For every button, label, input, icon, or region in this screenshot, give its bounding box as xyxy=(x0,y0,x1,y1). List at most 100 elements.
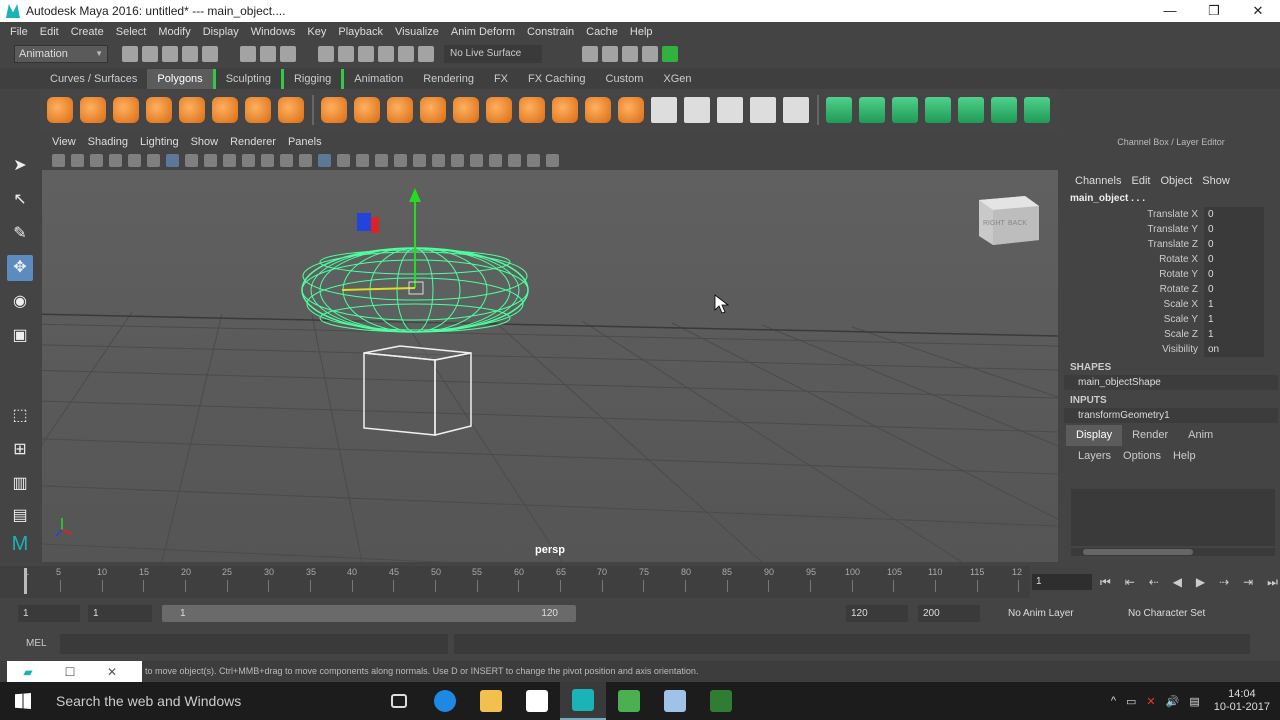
select-component-icon[interactable] xyxy=(280,45,296,62)
step-forward-key-icon[interactable]: ⇢ xyxy=(1219,575,1229,589)
scale-tool-button[interactable]: ▣ xyxy=(7,323,33,349)
anim-layer-dropdown[interactable]: No Anim Layer xyxy=(1008,605,1074,622)
snap-grid-icon[interactable] xyxy=(318,45,334,62)
app-button[interactable] xyxy=(652,682,698,720)
poly-cone-icon[interactable] xyxy=(146,97,172,123)
step-forward-frame-icon[interactable]: ⇥ xyxy=(1243,575,1253,589)
target-weld-icon[interactable] xyxy=(585,97,611,123)
cb-menu-channels[interactable]: Channels xyxy=(1070,175,1126,187)
tab-fx[interactable]: FX xyxy=(484,69,518,89)
render-settings-icon[interactable] xyxy=(642,45,658,62)
menu-key[interactable]: Key xyxy=(301,26,332,38)
volume-icon[interactable]: 🔊 xyxy=(1166,695,1180,708)
playback-end-field[interactable]: 120 xyxy=(846,605,908,622)
quad-draw-icon[interactable] xyxy=(750,97,776,123)
menu-cache[interactable]: Cache xyxy=(580,26,624,38)
use-lights-icon[interactable] xyxy=(375,154,388,167)
character-set-dropdown[interactable]: No Character Set xyxy=(1128,605,1205,622)
view-cube[interactable]: RIGHT BACK xyxy=(979,196,1039,245)
tab-display-layers[interactable]: Display xyxy=(1066,425,1123,446)
input-node[interactable]: transformGeometry1 xyxy=(1064,408,1278,423)
channel-row[interactable]: Translate Z 0 xyxy=(1064,237,1278,252)
lasso-tool-button[interactable]: ↖ xyxy=(7,187,33,213)
menu-file[interactable]: File xyxy=(4,26,34,38)
uv-editor-icon[interactable] xyxy=(1024,97,1050,123)
field-chart-icon[interactable] xyxy=(242,154,255,167)
shadows-icon[interactable] xyxy=(394,154,407,167)
grid-toggle-icon[interactable] xyxy=(166,154,179,167)
2d-pan-zoom-icon[interactable] xyxy=(128,154,141,167)
redo-icon[interactable] xyxy=(202,45,218,62)
live-surface-field[interactable]: No Live Surface xyxy=(444,44,542,63)
depth-of-field-icon[interactable] xyxy=(470,154,483,167)
safe-title-icon[interactable] xyxy=(280,154,293,167)
rotate-tool-button[interactable]: ◉ xyxy=(7,289,33,315)
tab-polygons[interactable]: Polygons xyxy=(147,68,213,89)
menu-edit[interactable]: Edit xyxy=(34,26,65,38)
single-view-button[interactable]: ⬚ xyxy=(7,403,33,429)
cb-menu-edit[interactable]: Edit xyxy=(1126,175,1155,187)
multi-cut-icon[interactable] xyxy=(552,97,578,123)
maya-taskbar-button[interactable] xyxy=(560,682,606,720)
append-polygon-icon[interactable] xyxy=(651,97,677,123)
snap-curve-icon[interactable] xyxy=(338,45,354,62)
unfold-uv-icon[interactable] xyxy=(958,97,984,123)
taskbar-search[interactable]: Search the web and Windows xyxy=(46,682,376,720)
channel-value[interactable]: 0 xyxy=(1204,267,1264,282)
channel-row[interactable]: Rotate Z 0 xyxy=(1064,282,1278,297)
poly-cylinder-icon[interactable] xyxy=(113,97,139,123)
xray-joints-icon[interactable] xyxy=(527,154,540,167)
panel-menu-view[interactable]: View xyxy=(46,136,82,148)
menu-playback[interactable]: Playback xyxy=(332,26,389,38)
channel-value[interactable]: 0 xyxy=(1204,237,1264,252)
gate-mask-icon[interactable] xyxy=(223,154,236,167)
channel-row[interactable]: Translate Y 0 xyxy=(1064,222,1278,237)
two-view-button[interactable]: ▥ xyxy=(7,471,33,497)
poly-cube-icon[interactable] xyxy=(80,97,106,123)
tab-xgen[interactable]: XGen xyxy=(653,69,701,89)
tab-rigging[interactable]: Rigging xyxy=(284,68,345,89)
insert-edge-loop-icon[interactable] xyxy=(684,97,710,123)
menu-modify[interactable]: Modify xyxy=(152,26,196,38)
save-scene-icon[interactable] xyxy=(162,45,178,62)
restore-icon[interactable]: ☐ xyxy=(49,665,91,679)
menu-constrain[interactable]: Constrain xyxy=(521,26,580,38)
ambient-occlusion-icon[interactable] xyxy=(413,154,426,167)
minimize-button[interactable]: — xyxy=(1148,0,1192,22)
tab-anim-layers[interactable]: Anim xyxy=(1178,425,1223,446)
select-tool-button[interactable]: ➤ xyxy=(7,153,33,179)
panel-menu-renderer[interactable]: Renderer xyxy=(224,136,282,148)
motion-blur-icon[interactable] xyxy=(432,154,445,167)
channel-row[interactable]: Visibility on xyxy=(1064,342,1278,357)
channel-row[interactable]: Scale X 1 xyxy=(1064,297,1278,312)
poly-pyramid-icon[interactable] xyxy=(245,97,271,123)
isolate-select-icon[interactable] xyxy=(489,154,502,167)
selected-object-name[interactable]: main_object . . . xyxy=(1064,191,1278,207)
snap-surface-icon[interactable] xyxy=(398,45,414,62)
step-back-frame-icon[interactable]: ⇤ xyxy=(1125,575,1135,589)
task-view-button[interactable] xyxy=(376,682,422,720)
textured-icon[interactable] xyxy=(356,154,369,167)
layer-menu-layers[interactable]: Layers xyxy=(1072,450,1117,462)
current-frame-field[interactable]: 1 xyxy=(1032,574,1092,590)
undo-icon[interactable] xyxy=(182,45,198,62)
camera-attributes-icon[interactable] xyxy=(71,154,84,167)
channel-value[interactable]: 0 xyxy=(1204,222,1264,237)
menu-visualize[interactable]: Visualize xyxy=(389,26,445,38)
layer-menu-options[interactable]: Options xyxy=(1117,450,1167,462)
select-hierarchy-icon[interactable] xyxy=(240,45,256,62)
tab-custom[interactable]: Custom xyxy=(596,69,654,89)
wireframe-on-shaded-icon[interactable] xyxy=(337,154,350,167)
bevel-icon[interactable] xyxy=(519,97,545,123)
grease-pencil-icon[interactable] xyxy=(147,154,160,167)
panel-menu-panels[interactable]: Panels xyxy=(282,136,328,148)
close-icon[interactable]: ✕ xyxy=(91,665,133,679)
layer-menu-help[interactable]: Help xyxy=(1167,450,1202,462)
soften-edge-icon[interactable] xyxy=(783,97,809,123)
maya-home-button[interactable]: M xyxy=(7,531,33,557)
wireframe-icon[interactable] xyxy=(299,154,312,167)
battery-icon[interactable]: ▭ xyxy=(1126,695,1136,708)
go-to-start-icon[interactable]: ⏮ xyxy=(1100,575,1111,590)
play-forwards-icon[interactable]: ▶ xyxy=(1196,575,1205,589)
channel-value[interactable]: 1 xyxy=(1204,312,1264,327)
